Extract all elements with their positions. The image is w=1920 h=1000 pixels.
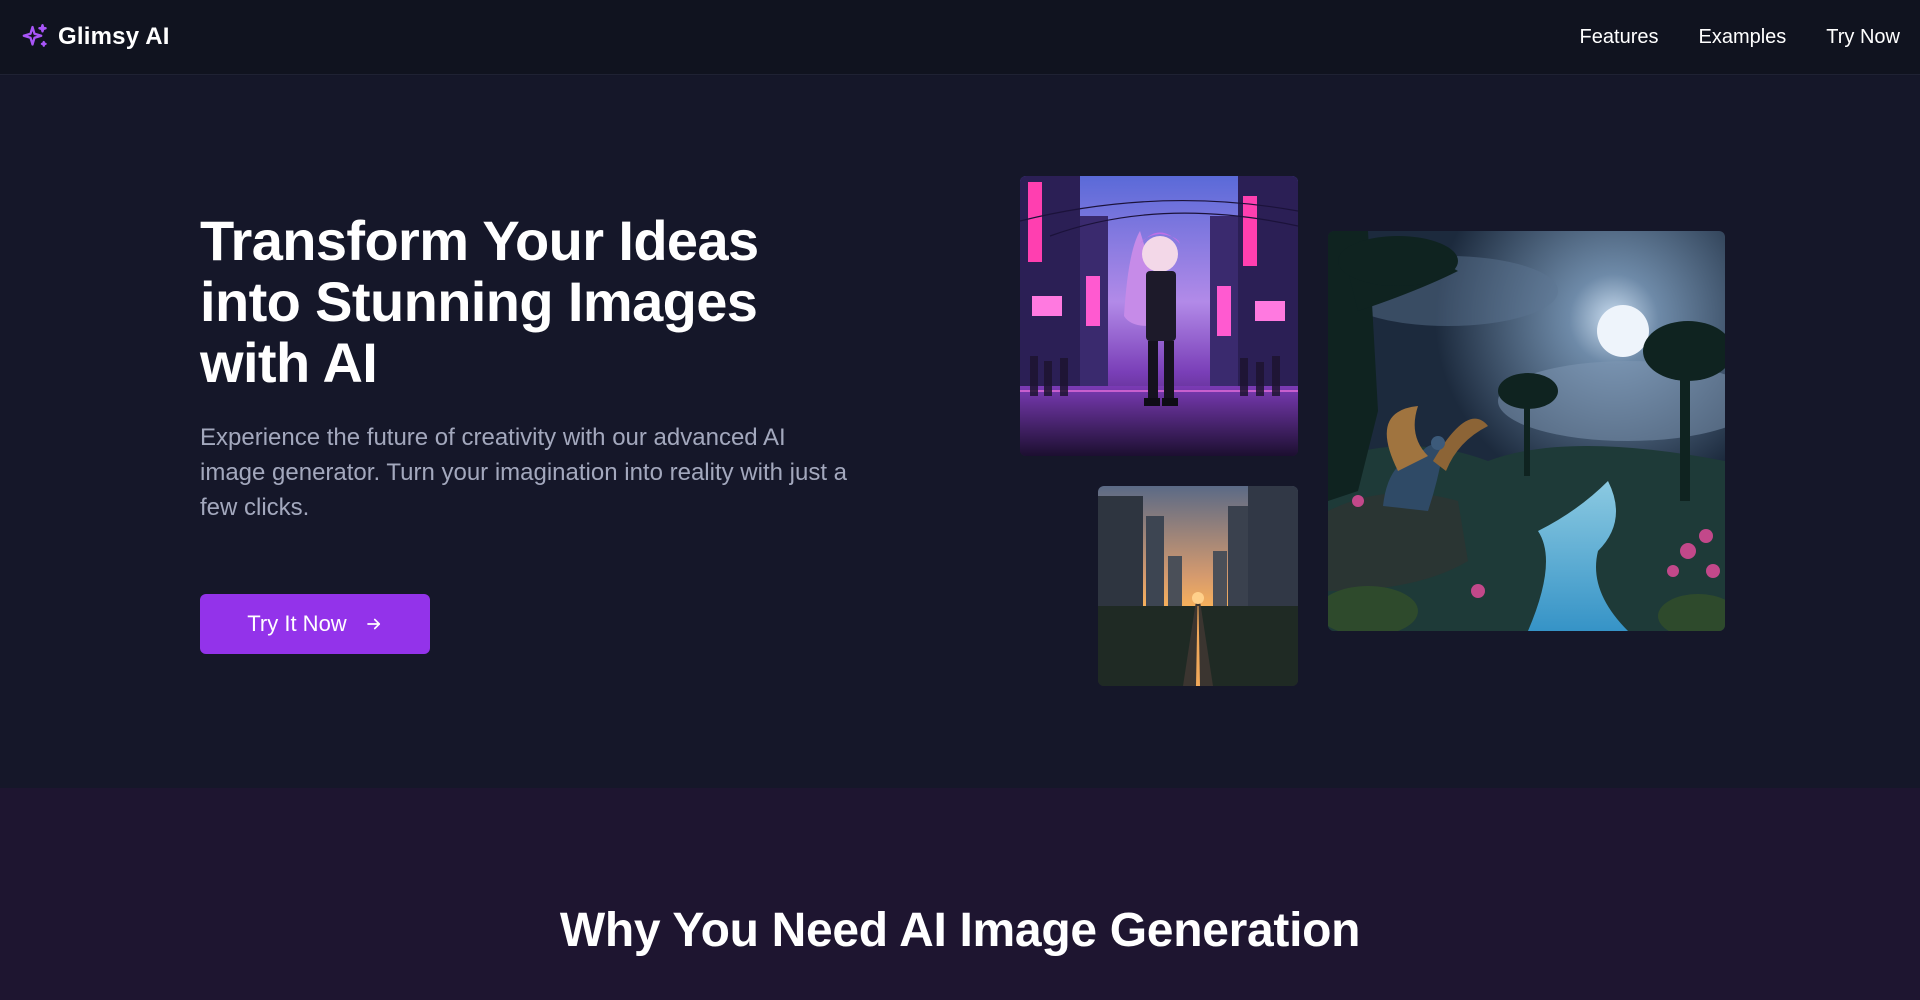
why-section: Why You Need AI Image Generation (0, 788, 1920, 1000)
try-it-now-label: Try It Now (247, 611, 347, 636)
anime-neon-street-image[interactable] (1020, 176, 1298, 456)
hero-subtitle: Experience the future of creativity with… (200, 424, 848, 521)
sparkles-icon (20, 22, 50, 52)
hero-section: Transform Your Ideas into Stunning Image… (0, 76, 1920, 788)
nav-link-examples[interactable]: Examples (1698, 26, 1786, 49)
dragon-forest-image[interactable] (1328, 231, 1725, 631)
arrow-right-icon (365, 615, 383, 633)
hero-title: Transform Your Ideas into Stunning Image… (200, 209, 759, 394)
try-it-now-button[interactable]: Try It Now (200, 594, 430, 654)
nav-link-try-now[interactable]: Try Now (1826, 26, 1900, 49)
brand-logo[interactable]: Glimsy AI (20, 22, 170, 52)
city-sunset-image[interactable] (1098, 486, 1298, 686)
top-nav: Glimsy AI Features Examples Try Now (0, 0, 1920, 75)
nav-links: Features Examples Try Now (1580, 26, 1900, 49)
brand-name: Glimsy AI (58, 23, 170, 50)
why-section-title: Why You Need AI Image Generation (559, 904, 1361, 957)
nav-link-features[interactable]: Features (1580, 26, 1659, 49)
